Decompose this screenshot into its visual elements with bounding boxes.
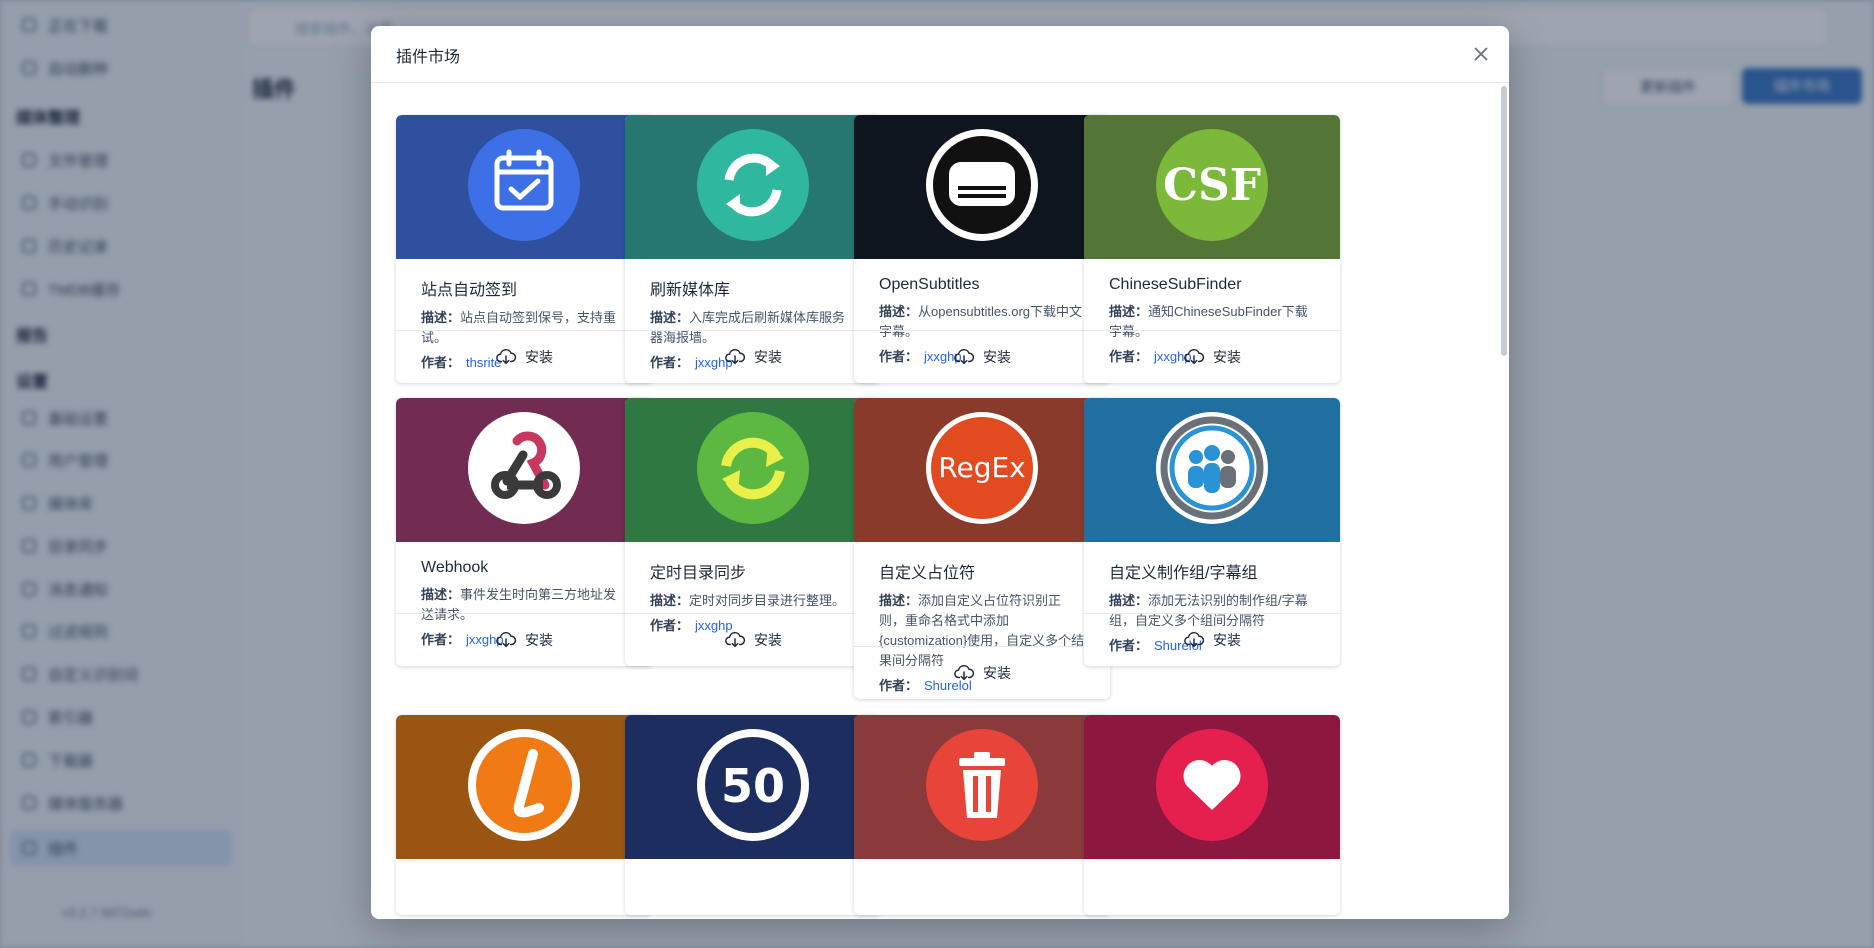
plugin-banner <box>396 715 652 859</box>
plugin-name: 自定义占位符 <box>879 565 976 582</box>
install-button[interactable]: 安装 <box>625 330 881 383</box>
install-label: 安装 <box>1213 632 1241 648</box>
plugin-name: OpenSubtitles <box>879 276 980 293</box>
plugin-name: ChineseSubFinder <box>1109 276 1242 293</box>
sync-icon <box>696 411 810 530</box>
plugin-card <box>854 715 1110 915</box>
close-icon[interactable] <box>1469 42 1493 66</box>
plugin-card: OpenSubtitles 描述：从opensubtitles.org下载中文字幕… <box>854 115 1110 383</box>
desc-label: 描述： <box>879 593 919 608</box>
plugin-card: 50 <box>625 715 881 915</box>
plugin-name: Webhook <box>421 559 489 576</box>
plugin-banner <box>854 115 1110 259</box>
install-button[interactable]: 安装 <box>1084 330 1340 383</box>
plugin-card: 站点自动签到 描述：站点自动签到保号，支持重试。 作者： thsrite 安装 <box>396 115 652 383</box>
scrollbar[interactable] <box>1501 86 1507 356</box>
cloud-download-icon <box>495 345 517 370</box>
plugin-banner: 50 <box>625 715 881 859</box>
install-button[interactable]: 安装 <box>396 330 652 383</box>
cloud-download-icon <box>495 628 517 653</box>
install-label: 安装 <box>754 632 782 648</box>
install-label: 安装 <box>983 665 1011 681</box>
cloud-download-icon <box>724 345 746 370</box>
plugin-card: CSF ChineseSubFinder 描述：通知ChineseSubFinder… <box>1084 115 1340 383</box>
desc-text: 定时对同步目录进行整理。 <box>689 593 846 608</box>
install-button[interactable]: 安装 <box>854 646 1110 699</box>
csf-icon: CSF <box>1155 128 1269 247</box>
plugin-name: 定时目录同步 <box>650 565 747 582</box>
dialog-header: 插件市场 <box>371 26 1509 83</box>
svg-text:RegEx: RegEx <box>938 451 1025 484</box>
plugin-card: 自定义制作组/字幕组 描述：添加无法识别的制作组/字幕组，自定义多个组间分隔符 作者… <box>1084 398 1340 666</box>
plugin-card: 刷新媒体库 描述：入库完成后刷新媒体库服务器海报墙。 作者： jxxghp 安装 <box>625 115 881 383</box>
desc-label: 描述： <box>1109 593 1149 608</box>
plugin-card: RegEx 自定义占位符 描述：添加自定义占位符识别正则，重命名格式中添加{cust… <box>854 398 1110 699</box>
plugin-banner <box>625 398 881 542</box>
install-label: 安装 <box>1213 349 1241 365</box>
plugin-card: 定时目录同步 描述：定时对同步目录进行整理。 作者： jxxghp 安装 <box>625 398 881 666</box>
speed-limit-icon: 50 <box>696 728 810 847</box>
svg-text:50: 50 <box>721 759 785 813</box>
install-label: 安装 <box>525 349 553 365</box>
webhook-icon <box>467 411 581 530</box>
install-button[interactable]: 安装 <box>625 613 881 666</box>
plugin-description: 描述：定时对同步目录进行整理。 <box>650 591 856 611</box>
cloud-download-icon <box>953 661 975 686</box>
dialog-body[interactable]: 站点自动签到 描述：站点自动签到保号，支持重试。 作者： thsrite 安装 刷新媒体库… <box>371 83 1509 919</box>
plugin-card <box>396 715 652 915</box>
desc-label: 描述： <box>650 310 690 325</box>
plugin-name: 自定义制作组/字幕组 <box>1109 565 1258 582</box>
plugin-banner <box>1084 715 1340 859</box>
heart-icon <box>1155 728 1269 847</box>
cloud-download-icon <box>1183 628 1205 653</box>
desc-label: 描述： <box>1109 304 1149 319</box>
desc-label: 描述： <box>650 593 690 608</box>
desc-label: 描述： <box>421 587 461 602</box>
plugin-card: Webhook 描述：事件发生时向第三方地址发送请求。 作者： jxxghp 安装 <box>396 398 652 666</box>
install-label: 安装 <box>754 349 782 365</box>
plugin-name: 站点自动签到 <box>421 282 518 299</box>
plugin-card <box>1084 715 1340 915</box>
cloud-download-icon <box>1183 345 1205 370</box>
desc-label: 描述： <box>421 310 461 325</box>
plugin-banner <box>396 115 652 259</box>
install-label: 安装 <box>983 349 1011 365</box>
plugin-banner: RegEx <box>854 398 1110 542</box>
install-label: 安装 <box>525 632 553 648</box>
plugin-banner: CSF <box>1084 115 1340 259</box>
torrent-client-icon <box>467 728 581 847</box>
install-button[interactable]: 安装 <box>396 613 652 666</box>
desc-label: 描述： <box>879 304 919 319</box>
svg-text:CSF: CSF <box>1163 160 1261 211</box>
group-icon <box>1155 411 1269 530</box>
refresh-icon <box>696 128 810 247</box>
plugin-banner <box>625 115 881 259</box>
plugin-name: 刷新媒体库 <box>650 282 731 299</box>
install-button[interactable]: 安装 <box>854 330 1110 383</box>
plugin-market-dialog: 插件市场 站点自动签到 描述：站点自动签到保号，支持重试。 作者： thsrite 安装… <box>371 26 1509 919</box>
trash-icon <box>925 728 1039 847</box>
plugin-banner <box>854 715 1110 859</box>
cloud-download-icon <box>953 345 975 370</box>
install-button[interactable]: 安装 <box>1084 613 1340 666</box>
dialog-title: 插件市场 <box>396 49 461 66</box>
calendar-check-icon <box>467 128 581 247</box>
plugin-banner <box>1084 398 1340 542</box>
plugin-banner <box>396 398 652 542</box>
cloud-download-icon <box>724 628 746 653</box>
regex-icon: RegEx <box>925 411 1039 530</box>
subtitles-icon <box>925 128 1039 247</box>
